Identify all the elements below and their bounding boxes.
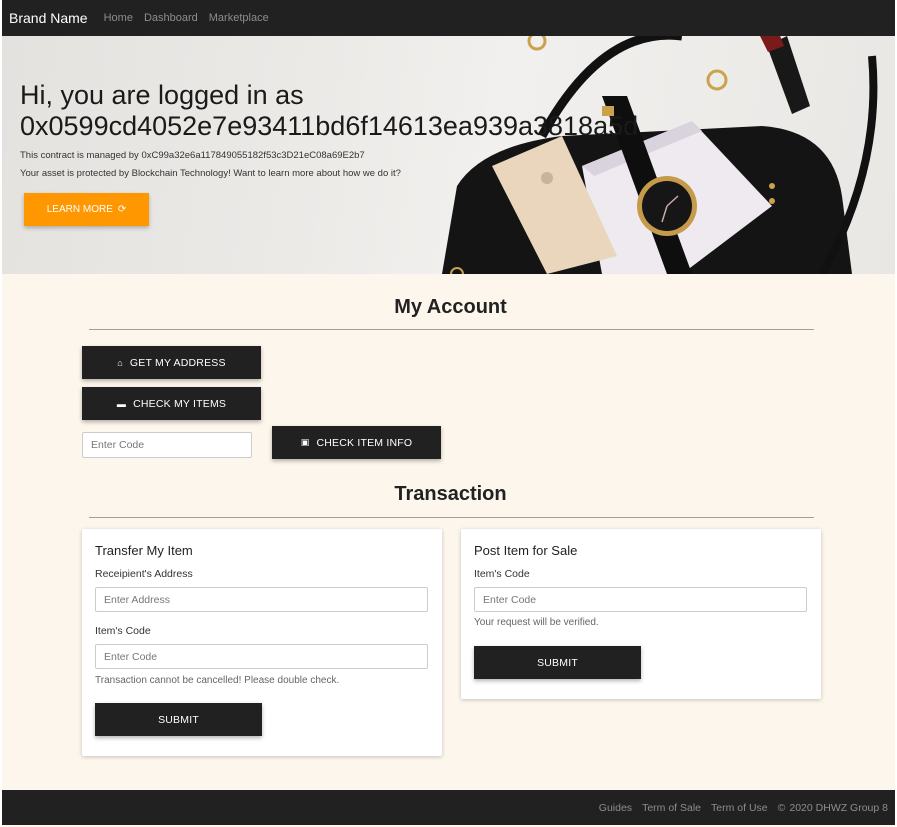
check-items-label: CHECK MY ITEMS	[133, 397, 227, 410]
footer-term-of-use-link[interactable]: Term of Use	[711, 802, 768, 814]
post-item-code-label: Item's Code	[474, 568, 530, 580]
post-item-card: Post Item for Sale Item's Code Enter Cod…	[461, 529, 821, 699]
contract-manager-text: This contract is managed by 0xC99a32e6a1…	[20, 150, 365, 161]
copyright-text: 2020 DHWZ Group 8	[789, 801, 888, 814]
transfer-warning-text: Transaction cannot be cancelled! Please …	[95, 675, 340, 686]
nav-home-link[interactable]: Home	[104, 12, 133, 24]
transfer-item-card: Transfer My Item Receipient's Address En…	[82, 529, 442, 756]
hero-banner: Hi, you are logged in as 0x0599cd4052e7e…	[2, 36, 895, 274]
check-items-button[interactable]: ▬ CHECK MY ITEMS	[82, 387, 261, 420]
post-item-code-placeholder: Enter Code	[483, 593, 537, 606]
my-account-heading: My Account	[394, 296, 507, 318]
section-divider	[89, 329, 814, 330]
section-divider	[89, 517, 814, 518]
recipient-address-label: Receipient's Address	[95, 568, 193, 580]
transfer-submit-label: SUBMIT	[158, 713, 199, 726]
page-frame: Brand Name Home Dashboard Marketplace Hi…	[2, 0, 895, 827]
post-submit-button[interactable]: SUBMIT	[474, 646, 641, 679]
post-card-title: Post Item for Sale	[474, 543, 578, 558]
recipient-address-input[interactable]: Enter Address	[95, 587, 428, 612]
item-code-input[interactable]: Enter Code	[82, 432, 252, 458]
nav-dashboard-link[interactable]: Dashboard	[144, 12, 198, 24]
inbox-icon: ▬	[116, 398, 127, 409]
nav-marketplace-link[interactable]: Marketplace	[209, 12, 269, 24]
hero-title: Hi, you are logged in as 0x0599cd4052e7e…	[20, 80, 639, 141]
post-item-code-input[interactable]: Enter Code	[474, 587, 807, 612]
get-address-button[interactable]: ⌂ GET MY ADDRESS	[82, 346, 261, 379]
transfer-item-code-placeholder: Enter Code	[104, 650, 158, 663]
get-address-label: GET MY ADDRESS	[129, 356, 226, 369]
footer-term-of-sale-link[interactable]: Term of Sale	[642, 802, 701, 814]
copyright-notice: © 2020 DHWZ Group 8	[778, 802, 888, 814]
top-navbar: Brand Name Home Dashboard Marketplace	[2, 0, 895, 36]
learn-more-label: LEARN MORE	[46, 204, 113, 215]
transfer-item-code-input[interactable]: Enter Code	[95, 644, 428, 669]
footer-guides-link[interactable]: Guides	[599, 802, 632, 814]
info-icon: ▣	[300, 437, 310, 447]
protection-text: Your asset is protected by Blockchain Te…	[20, 168, 401, 179]
transfer-submit-button[interactable]: SUBMIT	[95, 703, 262, 736]
post-submit-label: SUBMIT	[537, 656, 578, 669]
check-item-info-button[interactable]: ▣ CHECK ITEM INFO	[272, 426, 441, 459]
transaction-heading: Transaction	[394, 483, 507, 505]
refresh-icon: ⟳	[117, 204, 127, 215]
copyright-icon: ©	[777, 801, 786, 814]
recipient-address-placeholder: Enter Address	[104, 593, 170, 606]
footer-bar: Guides Term of Sale Term of Use © 2020 D…	[2, 790, 895, 825]
home-icon: ⌂	[117, 357, 123, 368]
transfer-item-code-label: Item's Code	[95, 625, 151, 637]
post-verify-note: Your request will be verified.	[474, 617, 599, 628]
item-code-placeholder: Enter Code	[91, 439, 145, 451]
transfer-card-title: Transfer My Item	[95, 543, 193, 558]
brand-name[interactable]: Brand Name	[9, 10, 88, 26]
learn-more-button[interactable]: LEARN MORE ⟳	[24, 193, 149, 226]
check-item-info-label: CHECK ITEM INFO	[316, 436, 413, 449]
